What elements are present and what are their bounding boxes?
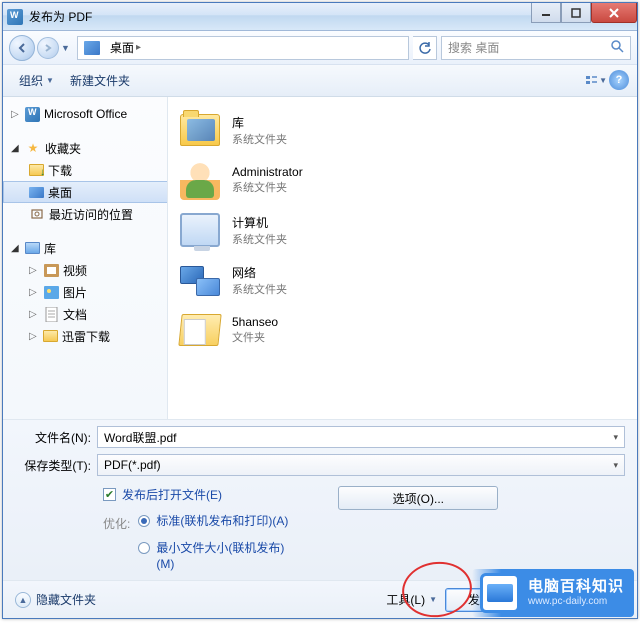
navigation-tree: ▷ Microsoft Office ◢ ★ 收藏夹 下载 桌面 [3, 97, 168, 419]
window-controls [531, 3, 637, 23]
desktop-icon [84, 41, 100, 55]
save-dialog-window: 发布为 PDF ▼ 桌面 ▸ 搜索 桌面 [2, 2, 638, 619]
chevron-down-icon: ▼ [599, 76, 607, 85]
search-icon [610, 39, 624, 56]
library-folder-icon [178, 108, 222, 152]
app-icon [7, 9, 23, 25]
checkbox-icon: ✔ [103, 488, 116, 501]
optimize-minsize-radio[interactable]: 最小文件大小(联机发布)(M) [138, 540, 298, 572]
chevron-down-icon[interactable]: ▾ [613, 432, 618, 443]
tools-menu[interactable]: 工具(L) ▼ [386, 591, 437, 608]
search-placeholder: 搜索 桌面 [448, 39, 499, 56]
file-item-computer[interactable]: 计算机 系统文件夹 [172, 205, 633, 255]
documents-icon [43, 307, 59, 321]
recent-icon [29, 207, 45, 221]
titlebar: 发布为 PDF [3, 3, 637, 31]
star-icon: ★ [25, 141, 41, 155]
breadcrumb-segment[interactable]: 桌面 ▸ [104, 37, 147, 59]
hide-folders-toggle[interactable]: ▲ 隐藏文件夹 [15, 591, 96, 608]
watermark-title: 电脑百科知识 [528, 579, 624, 596]
pictures-icon [43, 285, 59, 299]
chevron-down-icon[interactable]: ▾ [613, 460, 618, 471]
save-options-panel: 文件名(N): Word联盟.pdf ▾ 保存类型(T): PDF(*.pdf)… [3, 419, 637, 580]
tree-item-libraries[interactable]: ◢ 库 [3, 237, 167, 259]
toolbar: 组织 ▼ 新建文件夹 ▼ ? [3, 65, 637, 97]
help-button[interactable]: ? [609, 70, 629, 90]
video-icon [43, 263, 59, 277]
chevron-up-icon: ▲ [15, 592, 31, 608]
tree-item-recent[interactable]: 最近访问的位置 [3, 203, 167, 225]
folder-icon [43, 330, 58, 342]
maximize-button[interactable] [561, 3, 591, 23]
watermark: 电脑百科知识 www.pc-daily.com [472, 569, 634, 617]
breadcrumb-label: 桌面 [110, 39, 134, 56]
chevron-down-icon: ▼ [429, 595, 437, 604]
user-folder-icon [178, 158, 222, 202]
body-area: ▷ Microsoft Office ◢ ★ 收藏夹 下载 桌面 [3, 97, 637, 419]
back-button[interactable] [9, 35, 35, 61]
savetype-label: 保存类型(T): [15, 457, 91, 474]
chevron-down-icon: ▼ [46, 76, 54, 85]
tree-item-videos[interactable]: ▷ 视频 [3, 259, 167, 281]
new-folder-button[interactable]: 新建文件夹 [62, 68, 138, 93]
organize-menu[interactable]: 组织 ▼ [11, 68, 62, 93]
chevron-right-icon: ▸ [136, 42, 141, 53]
tree-item-documents[interactable]: ▷ 文档 [3, 303, 167, 325]
history-dropdown-icon[interactable]: ▼ [61, 43, 73, 53]
file-list[interactable]: 库 系统文件夹 Administrator 系统文件夹 计算机 系统文件夹 [168, 97, 637, 419]
downloads-icon [29, 164, 44, 176]
tree-item-favorites[interactable]: ◢ ★ 收藏夹 [3, 137, 167, 159]
tree-item-thunder[interactable]: ▷ 迅雷下载 [3, 325, 167, 347]
expand-icon[interactable]: ▷ [29, 265, 39, 276]
filename-input[interactable]: Word联盟.pdf ▾ [97, 426, 625, 448]
navigation-bar: ▼ 桌面 ▸ 搜索 桌面 [3, 31, 637, 65]
open-after-checkbox[interactable]: ✔ 发布后打开文件(E) [103, 486, 298, 503]
collapse-icon[interactable]: ◢ [11, 143, 21, 154]
optimize-standard-radio[interactable]: 标准(联机发布和打印)(A) [138, 513, 298, 529]
minimize-button[interactable] [531, 3, 561, 23]
file-item-network[interactable]: 网络 系统文件夹 [172, 255, 633, 305]
folder-icon [178, 308, 222, 352]
close-button[interactable] [591, 3, 637, 23]
radio-icon [138, 515, 150, 527]
breadcrumb-bar[interactable]: 桌面 ▸ [77, 36, 409, 60]
filename-label: 文件名(N): [15, 429, 91, 446]
refresh-button[interactable] [413, 36, 437, 60]
expand-icon[interactable]: ▷ [29, 331, 39, 342]
tree-item-office[interactable]: ▷ Microsoft Office [3, 103, 167, 125]
options-button[interactable]: 选项(O)... [338, 486, 498, 510]
library-icon [25, 242, 40, 254]
forward-button[interactable] [37, 37, 59, 59]
network-icon [178, 258, 222, 302]
desktop-icon [29, 187, 44, 198]
search-input[interactable]: 搜索 桌面 [441, 36, 631, 60]
optimize-label: 优化: [103, 513, 130, 532]
watermark-url: www.pc-daily.com [528, 596, 624, 607]
file-item-user[interactable]: Administrator 系统文件夹 [172, 155, 633, 205]
expand-icon[interactable]: ▷ [29, 309, 39, 320]
savetype-select[interactable]: PDF(*.pdf) ▾ [97, 454, 625, 476]
tree-item-desktop[interactable]: 桌面 [3, 181, 167, 203]
watermark-logo-icon [480, 573, 520, 613]
collapse-icon[interactable]: ◢ [11, 243, 21, 254]
computer-icon [178, 208, 222, 252]
tree-item-downloads[interactable]: 下载 [3, 159, 167, 181]
expand-icon[interactable]: ▷ [29, 287, 39, 298]
file-item-libraries[interactable]: 库 系统文件夹 [172, 105, 633, 155]
file-item-folder[interactable]: 5hanseo 文件夹 [172, 305, 633, 355]
expand-icon[interactable]: ▷ [11, 109, 21, 120]
tree-item-pictures[interactable]: ▷ 图片 [3, 281, 167, 303]
view-mode-button[interactable]: ▼ [585, 70, 607, 92]
window-title: 发布为 PDF [29, 8, 92, 25]
word-icon [25, 107, 40, 122]
radio-icon [138, 542, 150, 554]
